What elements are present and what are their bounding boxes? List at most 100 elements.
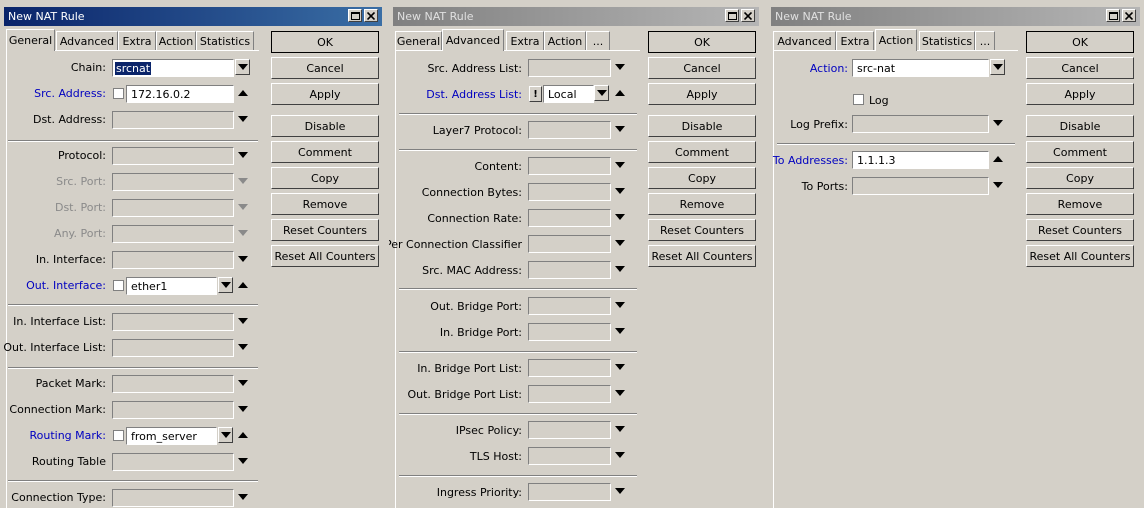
apply-button[interactable]: Apply — [1026, 83, 1134, 105]
connection-type-select[interactable] — [112, 489, 234, 507]
maximize-button[interactable] — [1106, 9, 1120, 22]
in-interface-select[interactable] — [112, 251, 234, 269]
chain-dropdown-button[interactable] — [235, 59, 250, 75]
chevron-down-icon[interactable] — [615, 188, 625, 194]
chevron-down-icon[interactable] — [615, 328, 625, 334]
dst-address-list-dropdown-button[interactable] — [594, 85, 609, 101]
collapse-arrow-icon[interactable] — [615, 90, 625, 96]
dst-address-list-negate-toggle[interactable]: ! — [529, 86, 542, 102]
chevron-down-icon[interactable] — [615, 426, 625, 432]
content-input[interactable] — [528, 157, 611, 175]
chevron-down-icon[interactable] — [238, 406, 248, 412]
chevron-down-icon[interactable] — [238, 318, 248, 324]
chevron-down-icon[interactable] — [238, 256, 248, 262]
layer7-protocol-select[interactable] — [528, 121, 611, 139]
apply-button[interactable]: Apply — [648, 83, 756, 105]
out-bridge-port-list-select[interactable] — [528, 385, 611, 403]
reset-all-counters-button[interactable]: Reset All Counters — [1026, 245, 1134, 267]
tab-advanced[interactable]: Advanced — [442, 29, 504, 51]
close-button[interactable] — [1122, 9, 1136, 22]
out-interface-select[interactable]: ether1 — [126, 277, 217, 295]
routing-table-select[interactable] — [112, 453, 234, 471]
maximize-button[interactable] — [348, 9, 362, 22]
tab-advanced[interactable]: Advanced — [56, 31, 118, 50]
comment-button[interactable]: Comment — [271, 141, 379, 163]
dst-address-list-select[interactable]: Local — [543, 85, 594, 103]
chevron-down-icon[interactable] — [993, 120, 1003, 126]
chevron-down-icon[interactable] — [615, 452, 625, 458]
chevron-down-icon[interactable] — [615, 126, 625, 132]
collapse-arrow-icon[interactable] — [238, 282, 248, 288]
connection-rate-input[interactable] — [528, 209, 611, 227]
tab-extra[interactable]: Extra — [118, 31, 156, 50]
connection-mark-select[interactable] — [112, 401, 234, 419]
ok-button[interactable]: OK — [271, 31, 379, 53]
apply-button[interactable]: Apply — [271, 83, 379, 105]
window-titlebar[interactable]: New NAT Rule — [393, 7, 759, 26]
dst-address-input[interactable] — [112, 111, 234, 129]
chevron-down-icon[interactable] — [238, 380, 248, 386]
comment-button[interactable]: Comment — [1026, 141, 1134, 163]
cancel-button[interactable]: Cancel — [1026, 57, 1134, 79]
chevron-down-icon[interactable] — [615, 364, 625, 370]
ok-button[interactable]: OK — [648, 31, 756, 53]
chain-select[interactable]: srcnat — [112, 59, 234, 77]
in-bridge-port-select[interactable] — [528, 323, 611, 341]
chevron-down-icon[interactable] — [993, 182, 1003, 188]
action-dropdown-button[interactable] — [990, 59, 1005, 75]
tab-statistics[interactable]: Statistics — [196, 31, 254, 50]
src-address-list-select[interactable] — [528, 59, 611, 77]
ipsec-policy-select[interactable] — [528, 421, 611, 439]
chevron-down-icon[interactable] — [615, 266, 625, 272]
out-interface-negate-checkbox[interactable] — [113, 280, 124, 291]
window-titlebar[interactable]: New NAT Rule — [771, 7, 1140, 26]
reset-all-counters-button[interactable]: Reset All Counters — [648, 245, 756, 267]
reset-counters-button[interactable]: Reset Counters — [648, 219, 756, 241]
disable-button[interactable]: Disable — [1026, 115, 1134, 137]
chevron-down-icon[interactable] — [238, 152, 248, 158]
action-select[interactable]: src-nat — [852, 59, 989, 77]
collapse-arrow-icon[interactable] — [238, 90, 248, 96]
reset-counters-button[interactable]: Reset Counters — [1026, 219, 1134, 241]
chevron-down-icon[interactable] — [238, 344, 248, 350]
routing-mark-dropdown-button[interactable] — [218, 427, 233, 443]
reset-counters-button[interactable]: Reset Counters — [271, 219, 379, 241]
log-prefix-input[interactable] — [852, 115, 989, 133]
tab-general[interactable]: General — [395, 31, 442, 50]
remove-button[interactable]: Remove — [271, 193, 379, 215]
comment-button[interactable]: Comment — [648, 141, 756, 163]
log-checkbox[interactable] — [853, 94, 864, 105]
collapse-arrow-icon[interactable] — [993, 156, 1003, 162]
tab-advanced[interactable]: Advanced — [773, 31, 836, 50]
ingress-priority-input[interactable] — [528, 483, 611, 501]
connection-bytes-input[interactable] — [528, 183, 611, 201]
chevron-down-icon[interactable] — [238, 494, 248, 500]
remove-button[interactable]: Remove — [648, 193, 756, 215]
disable-button[interactable]: Disable — [271, 115, 379, 137]
tab-statistics[interactable]: Statistics — [919, 31, 975, 50]
tab-general[interactable]: General — [6, 29, 55, 51]
cancel-button[interactable]: Cancel — [648, 57, 756, 79]
in-bridge-port-list-select[interactable] — [528, 359, 611, 377]
per-connection-classifier-input[interactable] — [528, 235, 611, 253]
chevron-down-icon[interactable] — [615, 488, 625, 494]
disable-button[interactable]: Disable — [648, 115, 756, 137]
chevron-down-icon[interactable] — [615, 64, 625, 70]
copy-button[interactable]: Copy — [271, 167, 379, 189]
src-address-input[interactable]: 172.16.0.2 — [126, 85, 234, 103]
copy-button[interactable]: Copy — [648, 167, 756, 189]
tls-host-input[interactable] — [528, 447, 611, 465]
chevron-down-icon[interactable] — [615, 390, 625, 396]
chevron-down-icon[interactable] — [615, 240, 625, 246]
reset-all-counters-button[interactable]: Reset All Counters — [271, 245, 379, 267]
remove-button[interactable]: Remove — [1026, 193, 1134, 215]
chevron-down-icon[interactable] — [615, 302, 625, 308]
to-ports-input[interactable] — [852, 177, 989, 195]
src-mac-address-input[interactable] — [528, 261, 611, 279]
tab-action[interactable]: Action — [544, 31, 586, 50]
collapse-arrow-icon[interactable] — [238, 432, 248, 438]
out-interface-list-select[interactable] — [112, 339, 234, 357]
chevron-down-icon[interactable] — [238, 116, 248, 122]
tab-extra[interactable]: Extra — [506, 31, 544, 50]
maximize-button[interactable] — [725, 9, 739, 22]
